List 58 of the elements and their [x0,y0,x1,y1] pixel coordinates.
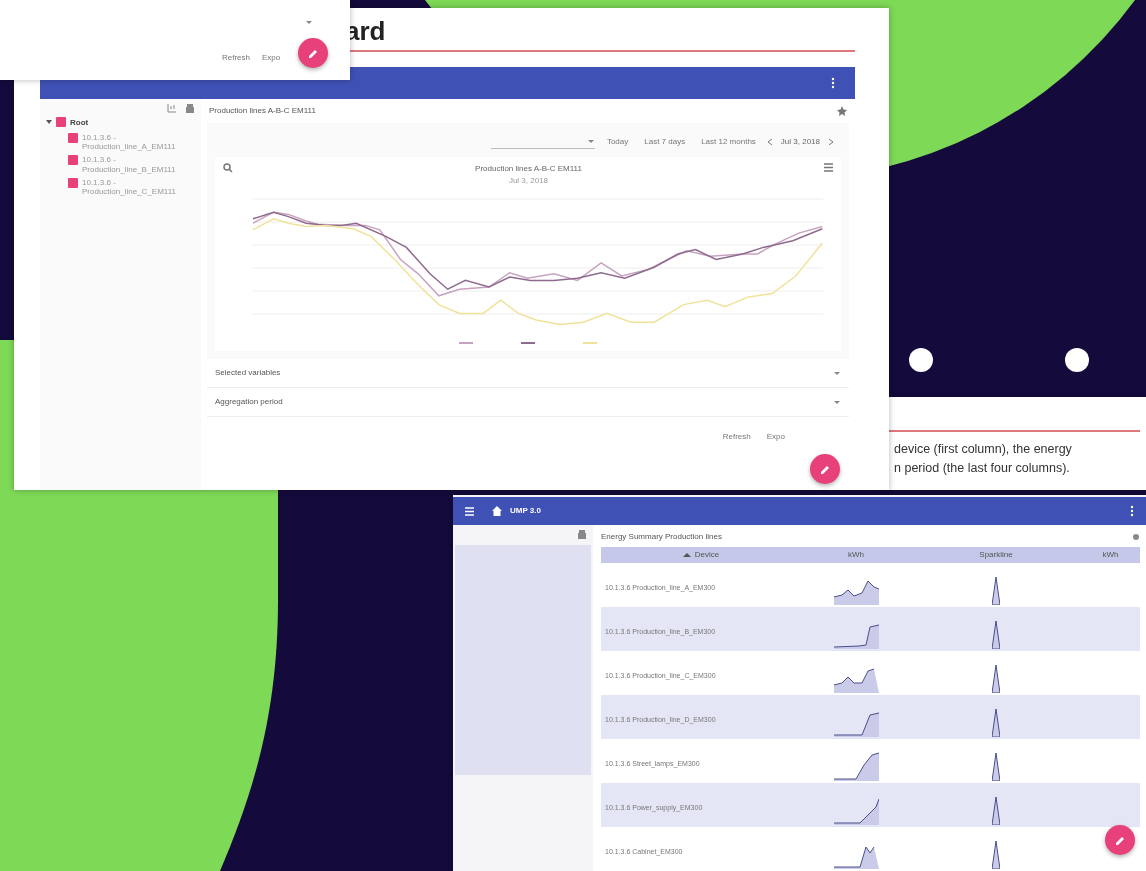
menu-icon [824,163,833,172]
tree-item[interactable]: Root [70,117,89,129]
edit-button[interactable] [298,38,328,68]
zoom-icon [223,163,233,173]
range-button[interactable]: Last 7 days [640,136,690,148]
range-button[interactable]: Today [602,136,633,148]
text-button[interactable]: Refresh [218,52,254,64]
app-title: UMP 3.0 [510,505,541,517]
section-header[interactable]: Selected variables [215,367,281,379]
checkbox[interactable] [68,133,78,143]
column-header[interactable]: kWh [848,549,864,561]
chevron-right-icon [828,139,833,145]
panel-title: Energy Summary Production lines [601,531,722,543]
sparkline [992,751,1000,781]
text-button[interactable]: Expo [258,52,285,64]
column-header[interactable]: Sparkline [979,549,1013,561]
section-header[interactable]: Aggregation period [215,396,283,408]
menu-icon [465,506,474,516]
tree-item[interactable]: 10.1.3.6 - Production_line_B_EM111 [82,155,192,174]
caret-icon [586,139,595,144]
text-button[interactable]: Refresh [718,431,755,443]
checkbox[interactable] [56,117,66,127]
printer-icon [185,103,195,113]
chevron-left-icon [767,139,773,145]
chart-title: Production lines A-B-C EM111 [475,163,582,175]
checkbox[interactable] [68,155,78,166]
checkbox[interactable] [68,177,78,188]
paragraph-line: n period (the last four columns). [893,460,1071,477]
column-header[interactable]: Device [694,549,720,561]
sparkline [992,839,1000,869]
more-icon [831,77,835,89]
sparkline [992,575,1000,605]
tree-item[interactable]: 10.1.3.6 - Production_line_A_EM111 [82,133,192,152]
sparkline [992,707,1000,737]
expand-arrow-icon[interactable] [46,119,52,125]
sort-arrow-icon [682,552,691,558]
column-header[interactable]: kWh [1102,549,1119,561]
sparkline [833,751,879,781]
sparkline [992,663,1000,693]
paragraph-line: device (first column), the energy [893,441,1073,458]
range-button[interactable]: Last 12 months [697,136,760,148]
chart-subtitle: Jul 3, 2018 [508,175,549,187]
panel-title: Production lines A-B-C EM111 [209,105,316,117]
caret-icon [833,399,841,405]
more-icon [1130,505,1134,517]
tree-item[interactable]: 10.1.3.6 - Production_line_C_EM111 [82,177,192,197]
date-label: Jul 3, 2018 [780,136,820,148]
sparkline [992,795,1000,825]
sparkline [992,619,1000,649]
caret-icon [305,20,313,25]
text-button[interactable]: Expo [762,431,789,443]
caret-icon [833,370,841,376]
dot [909,348,933,372]
edit-button[interactable] [810,454,840,484]
printer-icon [577,529,587,539]
home-icon [492,506,502,516]
star-icon [837,106,847,116]
dot [1065,348,1089,372]
